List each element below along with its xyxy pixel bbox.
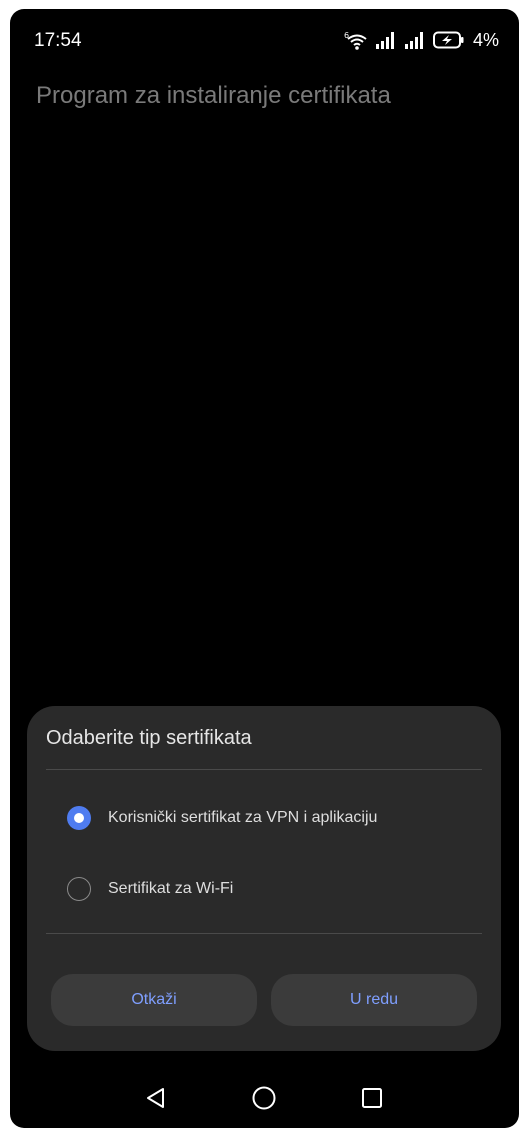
certificate-type-dialog: Odaberite tip sertifikata Korisnički ser… (27, 706, 501, 1051)
home-circle-icon[interactable] (250, 1084, 278, 1112)
divider (46, 769, 482, 770)
status-icons: 6 4% (344, 27, 499, 53)
phone-screen: 17:54 6 4% Program za instaliranje certi… (10, 9, 519, 1128)
divider (46, 933, 482, 934)
battery-charging-icon (432, 31, 465, 49)
ok-button[interactable]: U redu (271, 974, 477, 1026)
status-bar: 17:54 6 4% (10, 9, 519, 71)
battery-percent: 4% (472, 29, 499, 50)
wifi-6-icon: 6 (344, 30, 368, 50)
radio-unselected-icon[interactable] (67, 877, 91, 901)
signal-bars-icon (404, 31, 426, 49)
cancel-button[interactable]: Otkaži (51, 974, 257, 1026)
back-triangle-icon[interactable] (142, 1084, 170, 1112)
option-wifi-certificate[interactable]: Sertifikat za Wi-Fi (47, 864, 477, 914)
status-time: 17:54 (34, 30, 82, 51)
recents-square-icon[interactable] (358, 1084, 386, 1112)
signal-bars-icon (375, 31, 397, 49)
dialog-title: Odaberite tip sertifikata (46, 727, 252, 749)
option-label: Sertifikat za Wi-Fi (108, 880, 234, 897)
radio-selected-icon[interactable] (67, 806, 91, 830)
option-label: Korisnički sertifikat za VPN i aplikacij… (108, 809, 378, 826)
navigation-bar (10, 1067, 519, 1127)
app-title: Program za instaliranje certifikata (36, 82, 391, 109)
option-vpn-app-certificate[interactable]: Korisnički sertifikat za VPN i aplikacij… (47, 793, 477, 843)
